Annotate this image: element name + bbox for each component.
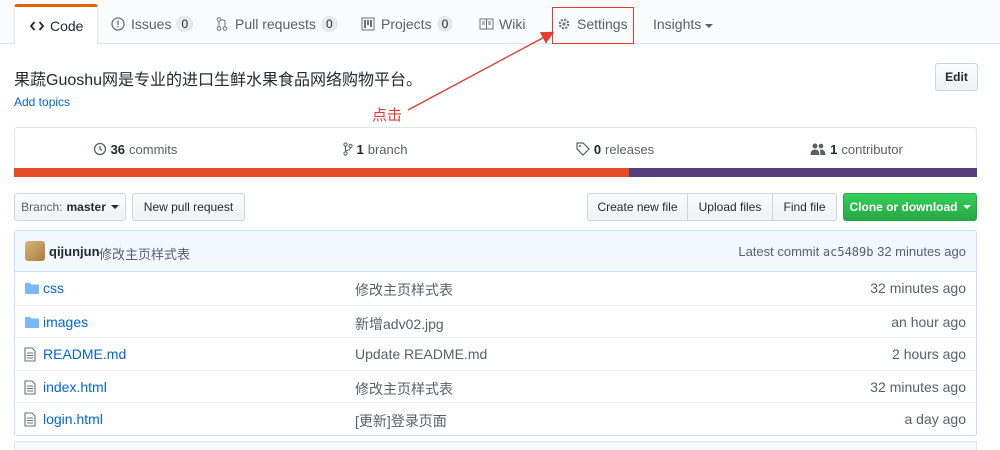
history-icon (93, 142, 107, 156)
edit-button[interactable]: Edit (935, 63, 978, 91)
commit-sha[interactable]: ac5489b (823, 245, 874, 259)
code-icon (29, 18, 45, 34)
file-list: qijunjun 修改主页样式表 Latest commit ac5489b 3… (14, 230, 977, 436)
click-annotation: 点击 (372, 107, 403, 124)
tag-icon (576, 142, 590, 156)
file-name-link[interactable]: README.md (43, 346, 126, 362)
avatar[interactable] (25, 241, 45, 261)
releases-link[interactable]: 0 releases (495, 128, 735, 170)
releases-count: 0 (593, 141, 602, 157)
tab-wiki-label: Wiki (499, 16, 526, 32)
clone-or-download-label: Clone or download (849, 200, 958, 214)
branch-icon (342, 142, 353, 156)
commit-tease: qijunjun 修改主页样式表 Latest commit ac5489b 3… (15, 231, 976, 272)
repo-nav-tabs: Code Issues 0 Pull requests 0 Projects 0… (0, 0, 1000, 45)
language-bar-segment (629, 168, 977, 177)
folder-icon (24, 281, 40, 295)
file-icon (24, 412, 40, 427)
tab-code-label: Code (50, 17, 84, 34)
tab-pull-requests[interactable]: Pull requests 0 (214, 4, 338, 44)
issue-icon (110, 16, 126, 32)
commits-count: 36 (110, 141, 126, 157)
branches-count: 1 (356, 141, 364, 157)
commit-message[interactable]: 修改主页样式表 (99, 244, 190, 263)
file-age: a day ago (904, 411, 967, 427)
pull-requests-counter: 0 (320, 16, 338, 32)
readme-box-edge (14, 441, 977, 450)
issues-counter: 0 (176, 16, 194, 32)
file-row: login.html [更新]登录页面 a day ago (15, 402, 976, 435)
caret-down-icon (110, 205, 119, 209)
file-age: 32 minutes ago (870, 378, 966, 395)
tab-insights[interactable]: Insights (653, 4, 714, 44)
branches-label: branch (367, 141, 408, 157)
settings-highlight-box (552, 7, 634, 44)
find-file-button[interactable]: Find file (772, 193, 837, 221)
file-age: an hour ago (891, 313, 966, 330)
latest-commit: Latest commit ac5489b 32 minutes ago (738, 244, 966, 259)
file-commit-message[interactable]: Update README.md (355, 346, 487, 362)
tab-insights-label: Insights (653, 16, 702, 32)
file-name-link[interactable]: login.html (43, 411, 103, 427)
tab-projects-label: Projects (381, 16, 432, 32)
folder-icon (24, 315, 40, 329)
upload-files-button[interactable]: Upload files (687, 193, 773, 221)
file-icon (24, 379, 40, 395)
new-pull-request-button[interactable]: New pull request (132, 193, 245, 221)
caret-down-icon (962, 205, 971, 209)
file-icon (24, 347, 40, 362)
branch-select-value: master (66, 200, 106, 214)
releases-label: releases (605, 141, 655, 157)
contributors-count: 1 (830, 141, 838, 157)
file-row: README.md Update README.md 2 hours ago (15, 337, 976, 370)
commit-author[interactable]: qijunjun (49, 244, 100, 259)
branch-select-prefix: Branch: (21, 200, 63, 214)
clone-or-download-button[interactable]: Clone or download (843, 193, 977, 221)
add-topics-link[interactable]: Add topics (14, 95, 70, 109)
branches-link[interactable]: 1 branch (255, 128, 495, 170)
tab-wiki[interactable]: Wiki (478, 4, 525, 44)
file-row: index.html 修改主页样式表 32 minutes ago (15, 369, 976, 403)
tab-issues-label: Issues (131, 16, 172, 32)
book-icon (478, 16, 494, 32)
people-icon (810, 142, 826, 156)
commit-age: 32 minutes ago (877, 244, 966, 259)
tab-code[interactable]: Code (14, 4, 99, 45)
repo-description: 果蔬Guoshu网是专业的进口生鲜水果食品网络购物平台。 (14, 72, 423, 89)
contributors-label: contributor (841, 141, 903, 157)
file-commit-message[interactable]: 修改主页样式表 (355, 280, 453, 300)
commits-link[interactable]: 36 commits (15, 128, 255, 170)
latest-commit-label: Latest commit (738, 244, 820, 259)
contributors-link[interactable]: 1 contributor (735, 128, 978, 170)
commits-label: commits (129, 141, 178, 157)
file-row: css 修改主页样式表 32 minutes ago (15, 272, 976, 305)
language-bar-segment (14, 168, 630, 177)
file-row: images 新增adv02.jpg an hour ago (15, 304, 976, 338)
file-rows: css 修改主页样式表 32 minutes ago images 新增adv02.jp… (15, 272, 976, 435)
tab-projects[interactable]: Projects 0 (360, 4, 454, 44)
pull-request-icon (214, 16, 230, 32)
project-icon (360, 16, 376, 32)
projects-counter: 0 (436, 16, 454, 32)
file-commit-message[interactable]: 修改主页样式表 (355, 379, 453, 399)
branch-select-button[interactable]: Branch: master (14, 193, 126, 221)
language-bar[interactable] (14, 168, 977, 177)
file-name-link[interactable]: index.html (43, 379, 107, 395)
file-commit-message[interactable]: [更新]登录页面 (355, 411, 447, 431)
file-name-link[interactable]: css (43, 280, 64, 296)
file-commit-message[interactable]: 新增adv02.jpg (355, 314, 444, 334)
file-age: 32 minutes ago (870, 280, 966, 296)
file-age: 2 hours ago (892, 346, 966, 362)
tab-pull-requests-label: Pull requests (235, 16, 316, 32)
file-name-link[interactable]: images (43, 314, 88, 330)
chevron-down-icon (705, 23, 714, 28)
tab-issues[interactable]: Issues 0 (110, 4, 194, 44)
create-new-file-button[interactable]: Create new file (587, 193, 688, 221)
